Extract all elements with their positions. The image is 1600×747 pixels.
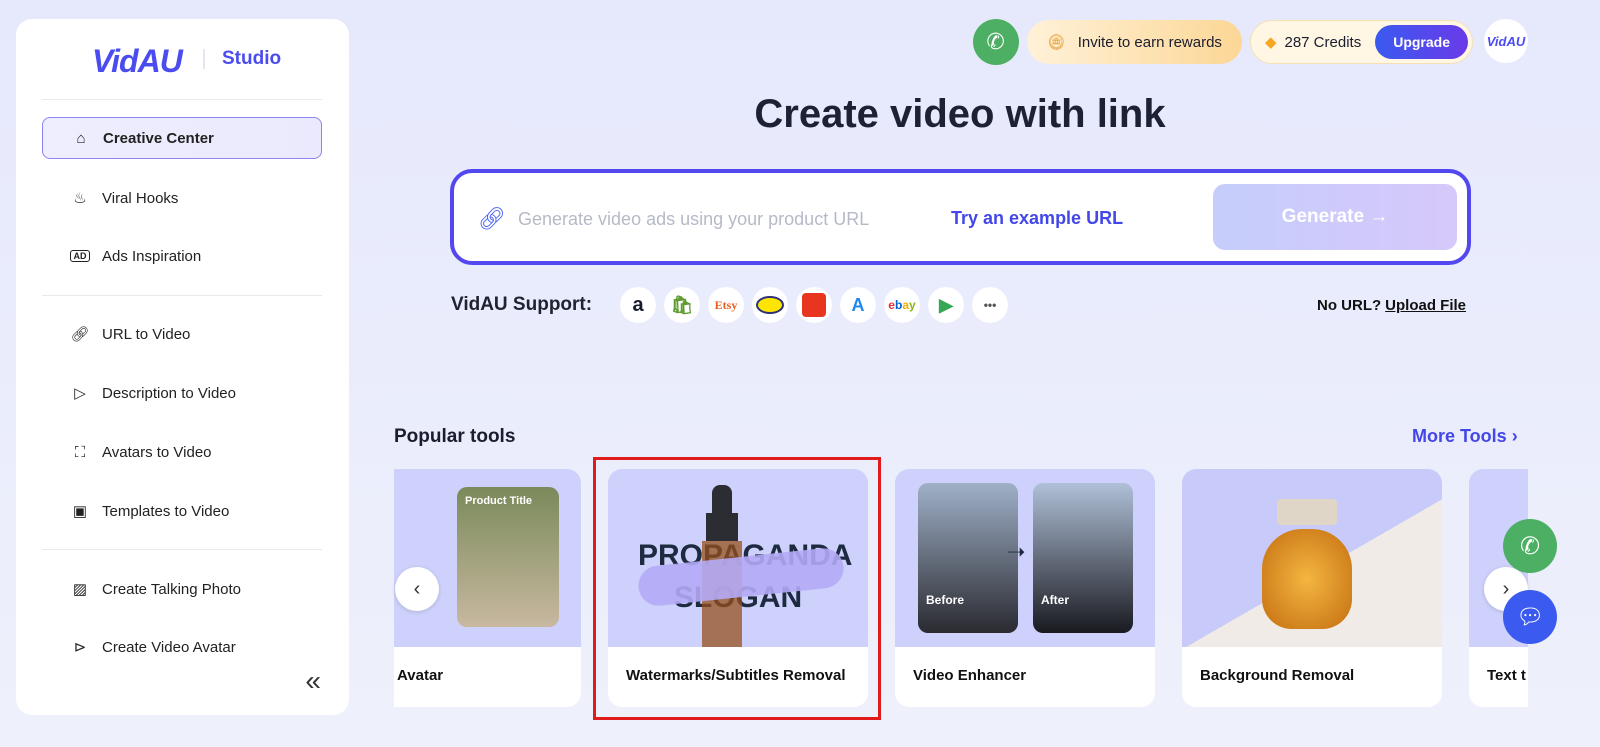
tool-card-video-enhancer[interactable]: Before ➝ After Video Enhancer: [895, 469, 1155, 707]
url-box: 🔗︎ Try an example URL Generate →: [450, 169, 1471, 265]
sidebar-item-url-to-video[interactable]: 🔗︎ URL to Video: [42, 313, 322, 355]
platform-list: a 🛍︎ Etsy A ebay ▶ •••: [620, 287, 1008, 323]
more-tools-label: More Tools: [1412, 426, 1507, 446]
whatsapp-icon[interactable]: ✆: [972, 19, 1019, 65]
credits-badge: ◆ 287 Credits Upgrade: [1249, 20, 1473, 64]
studio-label: Studio: [222, 48, 282, 69]
image-text: Before: [926, 593, 965, 607]
sidebar-item-create-video-avatar[interactable]: ⊳ Create Video Avatar: [42, 626, 322, 668]
tool-image: Before ➝ After: [895, 469, 1155, 647]
aliexpress-icon[interactable]: [796, 287, 832, 323]
chevron-right-icon: ›: [1511, 426, 1518, 446]
coins-icon: 🪙︎: [1046, 34, 1066, 51]
divider: [42, 549, 322, 550]
home-icon: ⌂: [76, 129, 86, 147]
image-icon: ▨: [72, 581, 88, 598]
divider: [42, 295, 322, 296]
no-url-text: No URL? Upload File: [1317, 297, 1466, 314]
tool-card-background-removal[interactable]: Background Removal: [1182, 469, 1442, 707]
diamond-icon: ◆: [1264, 34, 1277, 51]
video-avatar-icon: ⊳: [73, 639, 87, 656]
link-icon: 🔗︎: [70, 326, 90, 343]
upgrade-button[interactable]: Upgrade: [1375, 25, 1468, 59]
app-store-icon[interactable]: A: [840, 287, 876, 323]
sidebar: VidAU Studio ⌂ Creative Center ♨ Viral Hoo…: [16, 19, 349, 715]
sidebar-item-ads-inspiration[interactable]: AD Ads Inspiration: [42, 235, 322, 277]
sidebar-item-creative-center[interactable]: ⌂ Creative Center: [42, 117, 322, 159]
chat-support-icon[interactable]: 💬︎: [1503, 590, 1557, 644]
sidebar-item-viral-hooks[interactable]: ♨ Viral Hooks: [42, 177, 322, 219]
sidebar-item-create-talking-photo[interactable]: ▨ Create Talking Photo: [42, 568, 322, 610]
try-example-url-link[interactable]: Try an example URL: [951, 208, 1123, 229]
credits-label: 287 Credits: [1284, 33, 1362, 51]
tool-image: Product Title: [394, 469, 581, 647]
popular-tools-heading: Popular tools: [394, 426, 516, 447]
mercadolibre-icon[interactable]: [752, 287, 788, 323]
avatar[interactable]: VidAU: [1484, 19, 1528, 63]
invite-button[interactable]: 🪙︎ Invite to earn rewards: [1026, 20, 1242, 64]
google-play-icon[interactable]: ▶: [928, 287, 964, 323]
ad-icon: AD: [70, 250, 90, 262]
sidebar-item-label: Create Talking Photo: [102, 580, 241, 598]
whatsapp-float-icon[interactable]: ✆: [1503, 519, 1557, 573]
vidau-logo[interactable]: VidAU: [92, 43, 183, 80]
top-bar: ✆ 🪙︎ Invite to earn rewards ◆ 287 Credits U…: [972, 19, 1473, 65]
sidebar-item-avatars-to-video[interactable]: ⛶ Avatars to Video: [42, 431, 322, 473]
divider: [42, 99, 322, 100]
sidebar-item-label: Avatars to Video: [102, 443, 212, 461]
image-text: After: [1041, 593, 1070, 607]
sidebar-item-label: Viral Hooks: [102, 189, 179, 207]
double-chevron-left-icon[interactable]: «: [305, 665, 321, 697]
amazon-icon[interactable]: a: [620, 287, 656, 323]
more-tools-link[interactable]: More Tools ›: [1412, 426, 1518, 447]
tool-label: Video Enhancer: [913, 667, 1027, 684]
invite-label: Invite to earn rewards: [1077, 33, 1222, 51]
shopify-icon[interactable]: 🛍︎: [664, 287, 700, 323]
ebay-icon[interactable]: ebay: [884, 287, 920, 323]
generate-button[interactable]: Generate →: [1213, 184, 1457, 250]
document-video-icon: ▷: [74, 385, 86, 402]
upload-file-link[interactable]: Upload File: [1385, 297, 1466, 314]
more-icon[interactable]: •••: [972, 287, 1008, 323]
link-icon: 🔗︎: [478, 206, 506, 231]
logo-separator: [203, 49, 205, 69]
url-input[interactable]: [518, 201, 918, 237]
tools-carousel: Product Title Avatar PROPAGANDA SLOGAN W…: [394, 469, 1528, 709]
tool-label: Avatar: [397, 667, 444, 684]
avatar-scan-icon: ⛶: [74, 443, 86, 461]
sidebar-item-description-to-video[interactable]: ▷ Description to Video: [42, 372, 322, 414]
support-label: VidAU Support:: [451, 294, 593, 315]
etsy-icon[interactable]: Etsy: [708, 287, 744, 323]
sidebar-item-label: Creative Center: [103, 129, 214, 147]
sidebar-item-label: Create Video Avatar: [102, 638, 236, 656]
tool-image: [1182, 469, 1442, 647]
page-title: Create video with link: [754, 92, 1166, 136]
tool-label: Text t: [1487, 667, 1526, 684]
template-icon: ▣: [72, 503, 88, 520]
image-text: Product Title: [465, 495, 533, 507]
sidebar-item-templates-to-video[interactable]: ▣ Templates to Video: [42, 490, 322, 532]
fire-icon: ♨: [73, 190, 87, 207]
sidebar-item-label: URL to Video: [102, 325, 191, 343]
highlight-box: [593, 457, 881, 720]
sidebar-item-label: Templates to Video: [102, 502, 230, 520]
carousel-prev-button[interactable]: ‹: [395, 567, 439, 611]
sidebar-item-label: Ads Inspiration: [102, 247, 202, 265]
sidebar-item-label: Description to Video: [102, 384, 236, 402]
tool-label: Background Removal: [1200, 667, 1355, 684]
no-url-label: No URL?: [1317, 297, 1382, 314]
